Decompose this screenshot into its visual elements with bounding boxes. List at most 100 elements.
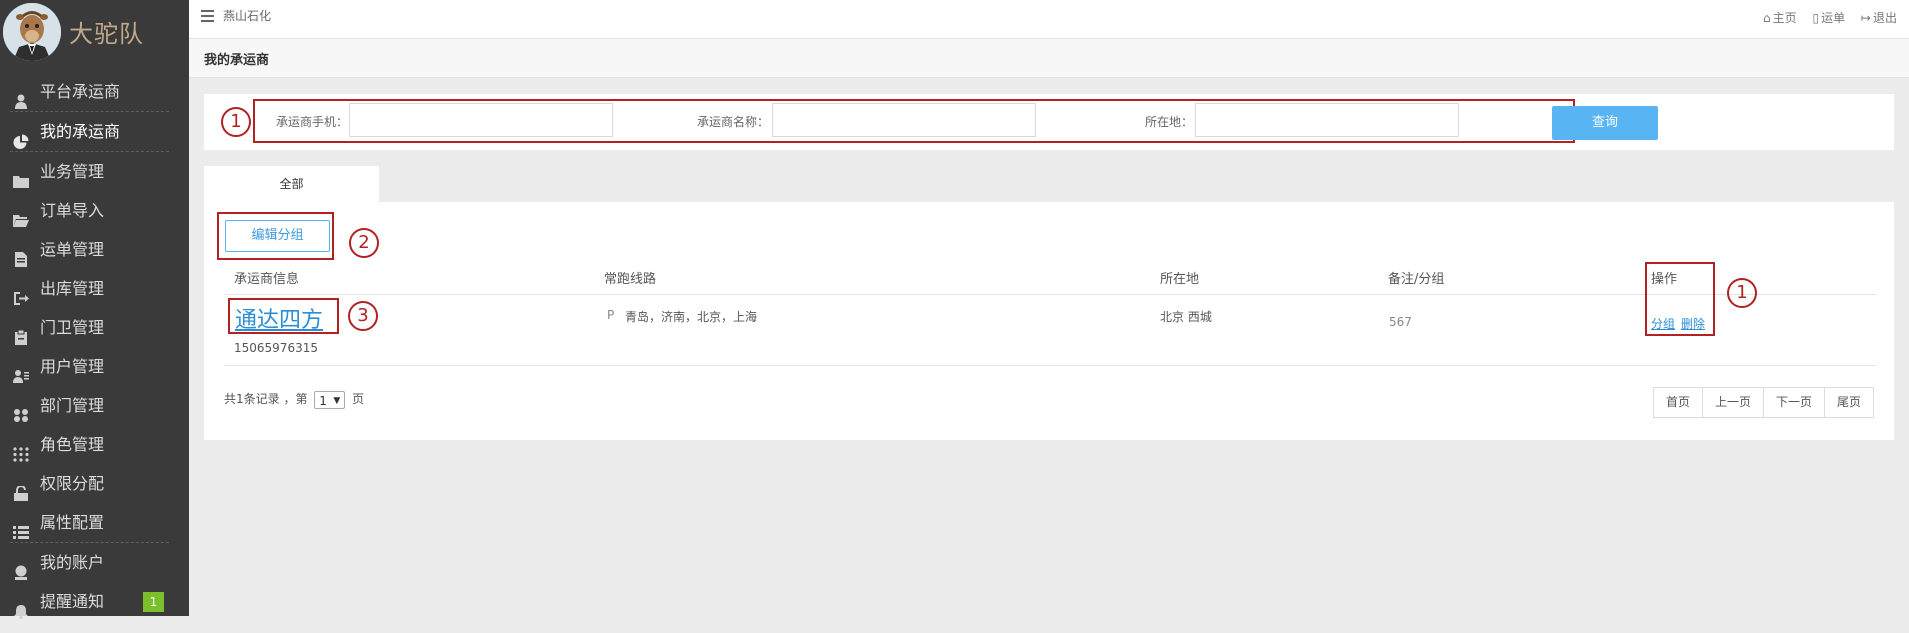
sidebar-item-label: 权限分配 [40, 474, 105, 493]
brand-name: 大驼队 [69, 20, 144, 48]
carrier-name-highlight-box: 通达四方 [228, 298, 339, 334]
grid-icon [13, 398, 29, 422]
notification-count-badge: 1 [143, 592, 164, 612]
pagination-controls: 首页 上一页 下一页 尾页 [1653, 387, 1875, 418]
query-button[interactable]: 查询 [1552, 106, 1658, 140]
pagination-prefix: 共1条记录 ，第 [224, 392, 308, 406]
sidebar-item-roles[interactable]: 角色管理 [0, 425, 189, 464]
row-divider [224, 365, 1876, 366]
sidebar-item-label: 部门管理 [40, 396, 105, 415]
chevron-down-icon: ▼ [333, 395, 341, 406]
sidebar-item-guard[interactable]: 门卫管理 [0, 308, 189, 347]
pagination-suffix: 页 [352, 392, 365, 406]
sidebar-item-label: 属性配置 [40, 513, 105, 532]
tab-all[interactable]: 全部 [204, 166, 379, 202]
phone-label: 承运商手机： [276, 115, 349, 129]
home-icon: ⌂ [1763, 11, 1771, 25]
sidebar-item-waybill[interactable]: 运单管理 [0, 230, 189, 269]
company-name: 燕山石化 [223, 9, 272, 23]
edit-group-button[interactable]: 编辑分组 [225, 220, 330, 252]
sidebar-item-order-import[interactable]: 订单导入 [0, 191, 189, 230]
sidebar-item-attributes[interactable]: 属性配置 [0, 503, 189, 542]
page-title-bar: 我的承运商 [189, 39, 1909, 78]
filter-panel: 1 承运商手机： 承运商名称： 所在地： 查询 [204, 94, 1894, 150]
carrier-phone: 15065976315 [234, 341, 318, 355]
group-action-link[interactable]: 分组 [1651, 315, 1675, 332]
sidebar-item-label: 角色管理 [40, 435, 105, 454]
column-header-carrier-info: 承运商信息 [234, 272, 300, 287]
sidebar-item-label: 运单管理 [40, 240, 105, 259]
annotation-marker-2: 2 [349, 228, 379, 258]
sidebar-item-label: 订单导入 [40, 201, 105, 220]
sidebar-item-label: 提醒通知 [40, 592, 105, 611]
page-title: 我的承运商 [204, 53, 270, 68]
sidebar-item-label: 出库管理 [40, 279, 105, 298]
column-header-location: 所在地 [1160, 272, 1200, 287]
page-number-select[interactable]: 1 ▼ [314, 390, 346, 409]
top-links: ⌂ 主页 ▯ 运单 ↦ 退出 [1751, 9, 1897, 26]
sidebar-item-notifications[interactable]: 提醒通知 1 [0, 582, 189, 621]
sidebar-item-business[interactable]: 业务管理 [0, 152, 189, 191]
filter-highlight-box: 承运商手机： 承运商名称： 所在地： [253, 99, 1575, 143]
sidebar-item-my-carriers[interactable]: 我的承运商 [0, 112, 189, 151]
route-icon: P [607, 308, 615, 322]
logout-icon: ↦ [1860, 11, 1871, 25]
sidebar-item-users[interactable]: 用户管理 [0, 347, 189, 386]
clipboard-icon [13, 320, 29, 345]
sidebar-menu: 平台承运商 我的承运商 业务管理 订单导入 运单管理 出库管理 门卫管理 用户管… [0, 72, 189, 621]
carrier-name-input[interactable] [772, 103, 1036, 137]
home-link-label: 主页 [1772, 11, 1797, 25]
column-header-actions: 操作 [1651, 272, 1678, 287]
sidebar-item-label: 平台承运商 [40, 82, 121, 101]
carrier-location: 北京 西城 [1160, 310, 1212, 324]
dots-grid-icon [13, 437, 29, 462]
column-header-remark-group: 备注/分组 [1388, 272, 1445, 287]
prev-page-button[interactable]: 上一页 [1703, 388, 1765, 417]
folder-open-icon [13, 203, 29, 227]
home-link[interactable]: ⌂ 主页 [1763, 11, 1797, 25]
sidebar-item-label: 业务管理 [40, 162, 105, 181]
camel-logo-avatar [3, 3, 61, 61]
sidebar-item-label: 门卫管理 [40, 318, 105, 337]
waybill-link-label: 运单 [1821, 11, 1846, 25]
file-icon: ▯ [1812, 11, 1820, 25]
route-list: 青岛，济南，北京，上海 [625, 310, 758, 324]
sidebar-item-label: 我的账户 [40, 553, 105, 572]
sign-out-icon [13, 281, 29, 305]
location-label: 所在地： [1145, 115, 1194, 129]
page-number-value: 1 [319, 393, 327, 408]
edit-group-highlight-box: 编辑分组 [217, 212, 334, 260]
logout-link[interactable]: ↦ 退出 [1861, 11, 1897, 25]
list-icon [13, 515, 29, 539]
sidebar-item-my-account[interactable]: 我的账户 [0, 543, 189, 582]
logout-link-label: 退出 [1872, 11, 1897, 25]
location-input[interactable] [1195, 103, 1459, 137]
phone-input[interactable] [349, 103, 613, 137]
carrier-name-link[interactable]: 通达四方 [235, 302, 323, 334]
column-header-routes: 常跑线路 [604, 272, 657, 287]
annotation-marker-1: 1 [221, 107, 251, 137]
carrier-list-panel: 编辑分组 2 承运商信息 常跑线路 所在地 备注/分组 通达四方 3 15065… [204, 202, 1894, 440]
header-divider [224, 294, 1876, 295]
document-icon [13, 242, 29, 267]
carrier-name-label: 承运商名称： [697, 115, 770, 129]
user-card-icon [13, 359, 29, 383]
brand: 大驼队 [0, 0, 189, 66]
actions-highlight-box: 操作 分组 删除 [1645, 262, 1715, 336]
next-page-button[interactable]: 下一页 [1764, 388, 1826, 417]
top-bar: 燕山石化 ⌂ 主页 ▯ 运单 ↦ 退出 [189, 0, 1909, 39]
sidebar-item-label: 用户管理 [40, 357, 105, 376]
menu-toggle-icon[interactable] [201, 10, 214, 23]
sidebar-item-departments[interactable]: 部门管理 [0, 386, 189, 425]
delete-action-link[interactable]: 删除 [1681, 315, 1705, 332]
folder-icon [13, 164, 29, 188]
bell-icon [13, 594, 29, 619]
sidebar-item-outbound[interactable]: 出库管理 [0, 269, 189, 308]
annotation-marker-1b: 1 [1727, 278, 1757, 308]
last-page-button[interactable]: 尾页 [1825, 388, 1873, 417]
sidebar-item-platform-carriers[interactable]: 平台承运商 [0, 72, 189, 111]
user-icon [13, 84, 29, 109]
first-page-button[interactable]: 首页 [1654, 388, 1704, 417]
waybill-link[interactable]: ▯ 运单 [1812, 11, 1845, 25]
sidebar-item-permissions[interactable]: 权限分配 [0, 464, 189, 503]
